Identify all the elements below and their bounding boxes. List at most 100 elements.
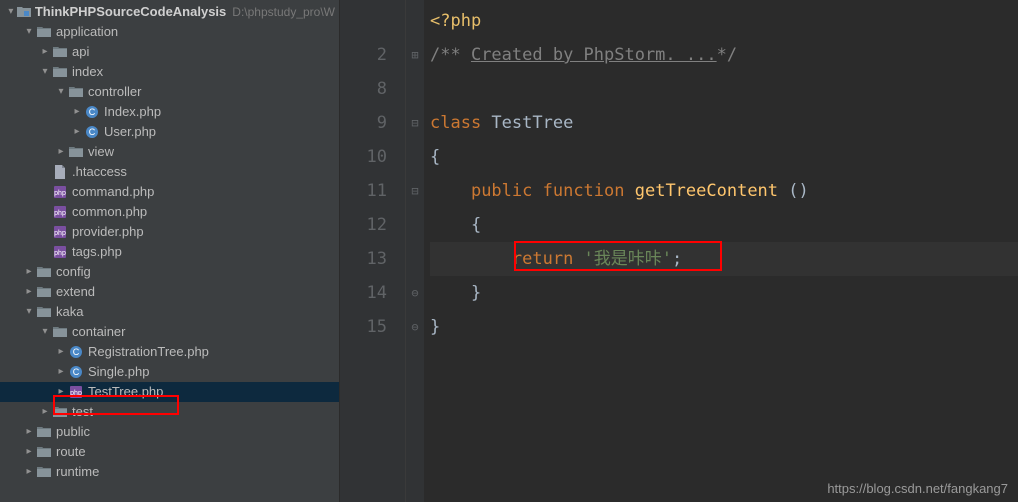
phpclass-icon: C xyxy=(68,344,84,360)
tree-item-label: index xyxy=(72,62,103,82)
expand-arrow-icon[interactable]: ▸ xyxy=(22,282,36,302)
phpfile-icon: php xyxy=(52,244,68,260)
phpfile-icon: php xyxy=(52,224,68,240)
module-icon xyxy=(17,4,31,20)
code-token: Created by PhpStorm. ... xyxy=(471,45,717,65)
file-icon xyxy=(52,164,68,180)
folder-icon xyxy=(52,44,68,60)
expand-arrow-icon[interactable]: ▸ xyxy=(38,402,52,422)
tree-item-label: controller xyxy=(88,82,141,102)
tree-item-label: public xyxy=(56,422,90,442)
code-editor[interactable]: 289101112131415 ⊞ ⊟ ⊟ ⊖⊖ <?php /** Created … xyxy=(340,0,1018,502)
tree-item-label: Single.php xyxy=(88,362,149,382)
tree-item-label: Index.php xyxy=(104,102,161,122)
svg-text:C: C xyxy=(89,127,96,137)
code-token: ; xyxy=(672,249,682,269)
current-line: return '我是咔咔'; xyxy=(430,242,1018,276)
tree-item[interactable]: phptags.php xyxy=(0,242,339,262)
code-token: } xyxy=(471,283,481,303)
phpclass-icon: C xyxy=(68,364,84,380)
expand-arrow-icon[interactable]: ▸ xyxy=(54,382,68,402)
fold-marker-icon[interactable]: ⊟ xyxy=(406,174,424,208)
tree-item[interactable]: ▸CSingle.php xyxy=(0,362,339,382)
expand-arrow-icon[interactable]: ▸ xyxy=(70,102,84,122)
tree-item-label: kaka xyxy=(56,302,83,322)
expand-arrow-icon[interactable]: ▾ xyxy=(54,82,68,102)
fold-marker-icon xyxy=(406,72,424,106)
tree-item[interactable]: ▾ kaka xyxy=(0,302,339,322)
expand-arrow-icon[interactable]: ▸ xyxy=(38,42,52,62)
folder-icon xyxy=(68,144,84,160)
expand-arrow-icon[interactable]: ▸ xyxy=(54,362,68,382)
tree-item[interactable]: ▾ThinkPHPSourceCodeAnalysisD:\phpstudy_p… xyxy=(0,2,339,22)
project-tree[interactable]: ▾ThinkPHPSourceCodeAnalysisD:\phpstudy_p… xyxy=(0,0,340,502)
folder-icon xyxy=(36,304,52,320)
folder-icon xyxy=(36,264,52,280)
folder-icon xyxy=(52,404,68,420)
expand-arrow-icon[interactable]: ▾ xyxy=(22,22,36,42)
line-number: 12 xyxy=(340,208,387,242)
expand-arrow-icon[interactable]: ▸ xyxy=(22,442,36,462)
tree-item[interactable]: ▸runtime xyxy=(0,462,339,482)
expand-arrow-icon[interactable]: ▾ xyxy=(38,62,52,82)
line-number: 8 xyxy=(340,72,387,106)
tree-item[interactable]: ▸CRegistrationTree.php xyxy=(0,342,339,362)
tree-item[interactable]: .htaccess xyxy=(0,162,339,182)
tree-item-label: config xyxy=(56,262,91,282)
tree-item[interactable]: ▸extend xyxy=(0,282,339,302)
expand-arrow-icon[interactable]: ▾ xyxy=(38,322,52,342)
expand-arrow-icon[interactable]: ▸ xyxy=(70,122,84,142)
expand-arrow-icon[interactable]: ▸ xyxy=(22,262,36,282)
tree-item[interactable]: ▸ public xyxy=(0,422,339,442)
fold-marker-icon[interactable]: ⊞ xyxy=(406,38,424,72)
fold-marker-icon xyxy=(406,242,424,276)
expand-arrow-icon[interactable]: ▸ xyxy=(22,462,36,482)
code-token: '我是咔咔' xyxy=(584,249,672,269)
code-token: () xyxy=(788,181,808,201)
tree-item[interactable]: ▸phpTestTree.php xyxy=(0,382,339,402)
fold-marker-icon[interactable]: ⊖ xyxy=(406,310,424,344)
fold-marker-icon xyxy=(406,208,424,242)
tree-item[interactable]: ▸ api xyxy=(0,42,339,62)
folder-icon xyxy=(52,324,68,340)
tree-item-label: api xyxy=(72,42,89,62)
expand-arrow-icon[interactable]: ▾ xyxy=(22,302,36,322)
tree-item[interactable]: ▸CUser.php xyxy=(0,122,339,142)
tree-item[interactable]: phpprovider.php xyxy=(0,222,339,242)
tree-item-label: command.php xyxy=(72,182,154,202)
tree-item-label: test xyxy=(72,402,93,422)
tree-item[interactable]: ▾ application xyxy=(0,22,339,42)
expand-arrow-icon[interactable]: ▸ xyxy=(54,142,68,162)
tree-item[interactable]: ▾ controller xyxy=(0,82,339,102)
code-token: public xyxy=(471,181,543,201)
expand-arrow-icon[interactable]: ▸ xyxy=(54,342,68,362)
tree-item[interactable]: ▸route xyxy=(0,442,339,462)
tree-item-label: .htaccess xyxy=(72,162,127,182)
fold-column[interactable]: ⊞ ⊟ ⊟ ⊖⊖ xyxy=(406,0,424,502)
fold-marker-icon[interactable]: ⊟ xyxy=(406,106,424,140)
folder-icon xyxy=(36,444,52,460)
line-number-gutter: 289101112131415 xyxy=(340,0,406,502)
code-token: } xyxy=(430,317,440,337)
tree-item-label: provider.php xyxy=(72,222,144,242)
tree-item[interactable]: ▸CIndex.php xyxy=(0,102,339,122)
expand-arrow-icon[interactable]: ▸ xyxy=(22,422,36,442)
code-area[interactable]: <?php /** Created by PhpStorm. ...*/ cla… xyxy=(424,0,1018,502)
folder-icon xyxy=(36,424,52,440)
tree-item[interactable]: ▾ index xyxy=(0,62,339,82)
svg-text:C: C xyxy=(73,347,80,357)
code-token: TestTree xyxy=(491,113,573,133)
tree-item[interactable]: ▾ container xyxy=(0,322,339,342)
tree-item-label: container xyxy=(72,322,125,342)
tree-item[interactable]: ▸ config xyxy=(0,262,339,282)
code-token: */ xyxy=(717,45,737,65)
tree-item-label: application xyxy=(56,22,118,42)
tree-item[interactable]: ▸ test xyxy=(0,402,339,422)
tree-item[interactable]: phpcommand.php xyxy=(0,182,339,202)
code-token: /** xyxy=(430,45,471,65)
line-number: 9 xyxy=(340,106,387,140)
expand-arrow-icon[interactable]: ▾ xyxy=(5,2,17,22)
fold-marker-icon[interactable]: ⊖ xyxy=(406,276,424,310)
tree-item[interactable]: ▸view xyxy=(0,142,339,162)
tree-item[interactable]: phpcommon.php xyxy=(0,202,339,222)
